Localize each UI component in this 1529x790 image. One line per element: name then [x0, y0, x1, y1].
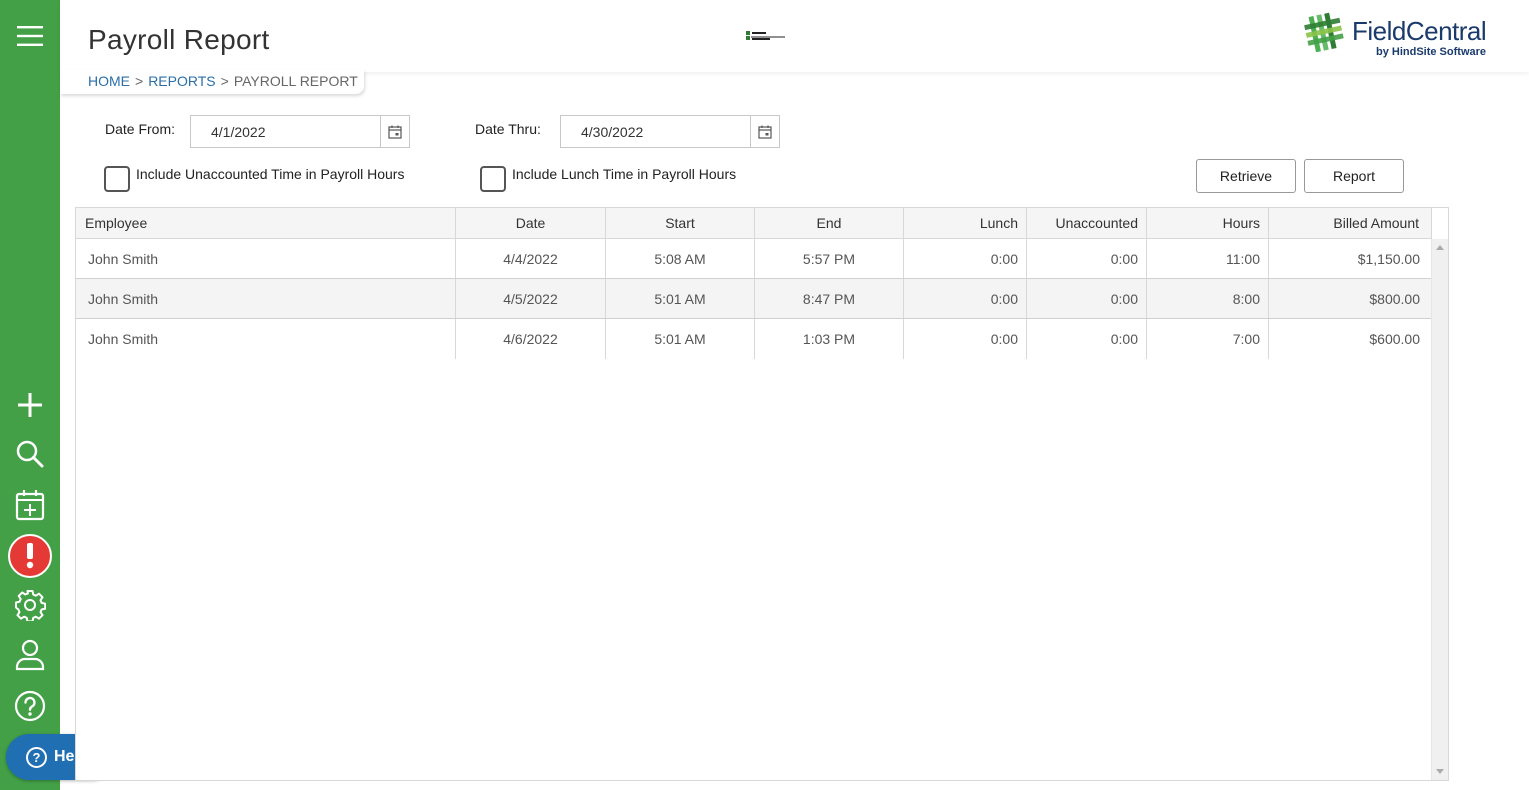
cell-billed-amount: $600.00 [1369, 331, 1420, 347]
date-from-input[interactable] [191, 116, 381, 147]
include-unaccounted-option[interactable]: Include Unaccounted Time in Payroll Hour… [104, 166, 404, 192]
search-icon[interactable] [10, 434, 50, 474]
breadcrumb-current: PAYROLL REPORT [233, 73, 358, 89]
cell-employee: John Smith [76, 279, 456, 318]
menu-icon[interactable] [10, 16, 50, 56]
column-header-start[interactable]: Start [606, 208, 755, 238]
date-from-field [190, 115, 410, 148]
brand-name: FieldCentral [1352, 16, 1487, 46]
grid-body: John Smith 4/4/2022 5:08 AM 5:57 PM 0:00… [76, 239, 1432, 359]
cell-end: 1:03 PM [755, 319, 904, 359]
sidebar [0, 0, 60, 790]
breadcrumb-separator: > [135, 73, 144, 89]
column-header-hours[interactable]: Hours [1147, 208, 1269, 238]
cell-end: 8:47 PM [755, 279, 904, 318]
cell-end: 5:57 PM [755, 239, 904, 278]
date-from-label: Date From: [105, 121, 176, 137]
help-icon[interactable] [10, 686, 50, 726]
cell-hours: 11:00 [1147, 239, 1269, 278]
include-lunch-label: Include Lunch Time in Payroll Hours [512, 166, 737, 182]
brand-logo: FieldCentral by HindSite Software [1304, 10, 1504, 62]
cell-lunch: 0:00 [904, 319, 1027, 359]
center-logo [746, 29, 786, 43]
cell-billed-amount: $800.00 [1369, 290, 1420, 307]
column-header-employee[interactable]: Employee [76, 208, 456, 238]
cell-start: 5:08 AM [606, 239, 755, 278]
column-header-end[interactable]: End [755, 208, 904, 238]
cell-unaccounted: 0:00 [1027, 239, 1147, 278]
header: Payroll Report FieldCentral by HindSite … [60, 0, 1529, 72]
date-thru-calendar-button[interactable] [750, 116, 779, 147]
cell-date: 4/5/2022 [456, 279, 606, 318]
report-button[interactable]: Report [1304, 159, 1404, 193]
cell-date: 4/4/2022 [456, 239, 606, 278]
cell-hours: 8:00 [1147, 279, 1269, 318]
breadcrumb-reports[interactable]: REPORTS [148, 73, 215, 89]
column-header-unaccounted[interactable]: Unaccounted [1027, 208, 1147, 238]
date-from-calendar-button[interactable] [380, 116, 409, 147]
alert-icon[interactable] [8, 534, 52, 578]
date-thru-field [560, 115, 780, 148]
column-header-date[interactable]: Date [456, 208, 606, 238]
cell-date: 4/6/2022 [456, 319, 606, 359]
column-header-lunch[interactable]: Lunch [904, 208, 1027, 238]
grid-header: Employee Date Start End Lunch Unaccounte… [76, 208, 1432, 239]
cell-lunch: 0:00 [904, 279, 1027, 318]
question-icon: ? [26, 746, 47, 768]
brand-mark-icon [1304, 12, 1344, 52]
include-lunch-option[interactable]: Include Lunch Time in Payroll Hours [480, 166, 736, 192]
cell-billed-amount: $1,150.00 [1357, 250, 1420, 267]
breadcrumb-separator: > [220, 73, 229, 89]
breadcrumb-home[interactable]: HOME [88, 73, 130, 89]
table-row[interactable]: John Smith 4/5/2022 5:01 AM 8:47 PM 0:00… [76, 279, 1432, 319]
scroll-down-arrow-icon[interactable] [1436, 769, 1444, 774]
cell-employee: John Smith [76, 319, 456, 359]
breadcrumb: HOME > REPORTS > PAYROLL REPORT [60, 70, 364, 94]
calendar-icon [758, 125, 772, 139]
add-icon[interactable] [10, 385, 50, 425]
payroll-grid: Employee Date Start End Lunch Unaccounte… [75, 207, 1449, 781]
calendar-add-icon[interactable] [10, 485, 50, 525]
calendar-icon [388, 125, 402, 139]
cell-unaccounted: 0:00 [1027, 279, 1147, 318]
date-thru-input[interactable] [561, 116, 751, 147]
retrieve-button[interactable]: Retrieve [1196, 159, 1296, 193]
include-unaccounted-checkbox[interactable] [104, 166, 130, 192]
gear-icon[interactable] [10, 585, 50, 625]
brand-subtitle: by HindSite Software [1376, 46, 1487, 58]
cell-start: 5:01 AM [606, 279, 755, 318]
table-row[interactable]: John Smith 4/6/2022 5:01 AM 1:03 PM 0:00… [76, 319, 1432, 359]
cell-lunch: 0:00 [904, 239, 1027, 278]
cell-start: 5:01 AM [606, 319, 755, 359]
grid-scrollbar[interactable] [1431, 239, 1448, 780]
date-thru-label: Date Thru: [475, 121, 541, 137]
scroll-up-arrow-icon[interactable] [1436, 245, 1444, 250]
include-lunch-checkbox[interactable] [480, 166, 506, 192]
column-header-billed-amount[interactable]: Billed Amount [1269, 208, 1432, 238]
user-icon[interactable] [10, 635, 50, 675]
cell-unaccounted: 0:00 [1027, 319, 1147, 359]
include-unaccounted-label: Include Unaccounted Time in Payroll Hour… [136, 166, 405, 182]
cell-employee: John Smith [76, 239, 456, 278]
cell-hours: 7:00 [1147, 319, 1269, 359]
page-title: Payroll Report [88, 24, 270, 55]
table-row[interactable]: John Smith 4/4/2022 5:08 AM 5:57 PM 0:00… [76, 239, 1432, 279]
